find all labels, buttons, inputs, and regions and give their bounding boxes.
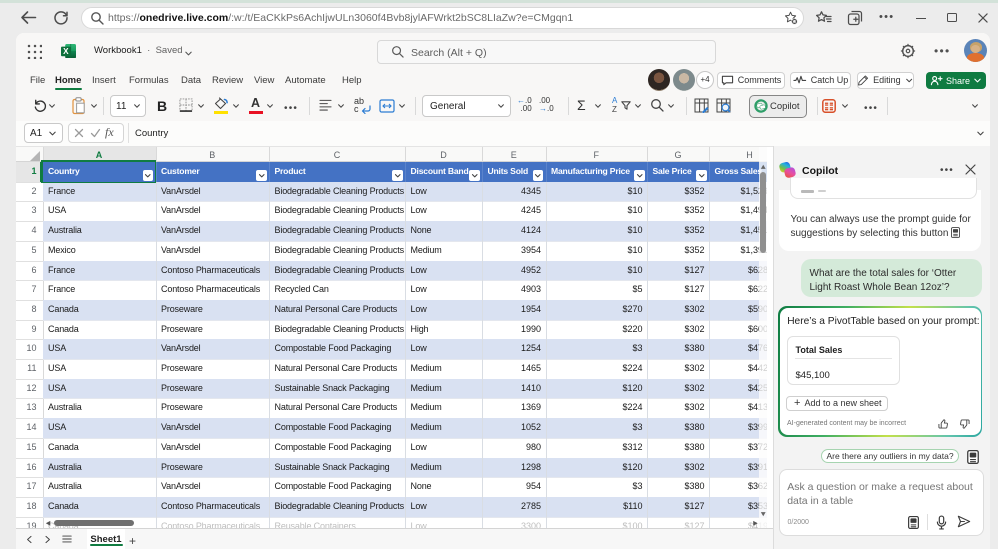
svg-text:X: X <box>63 47 69 56</box>
